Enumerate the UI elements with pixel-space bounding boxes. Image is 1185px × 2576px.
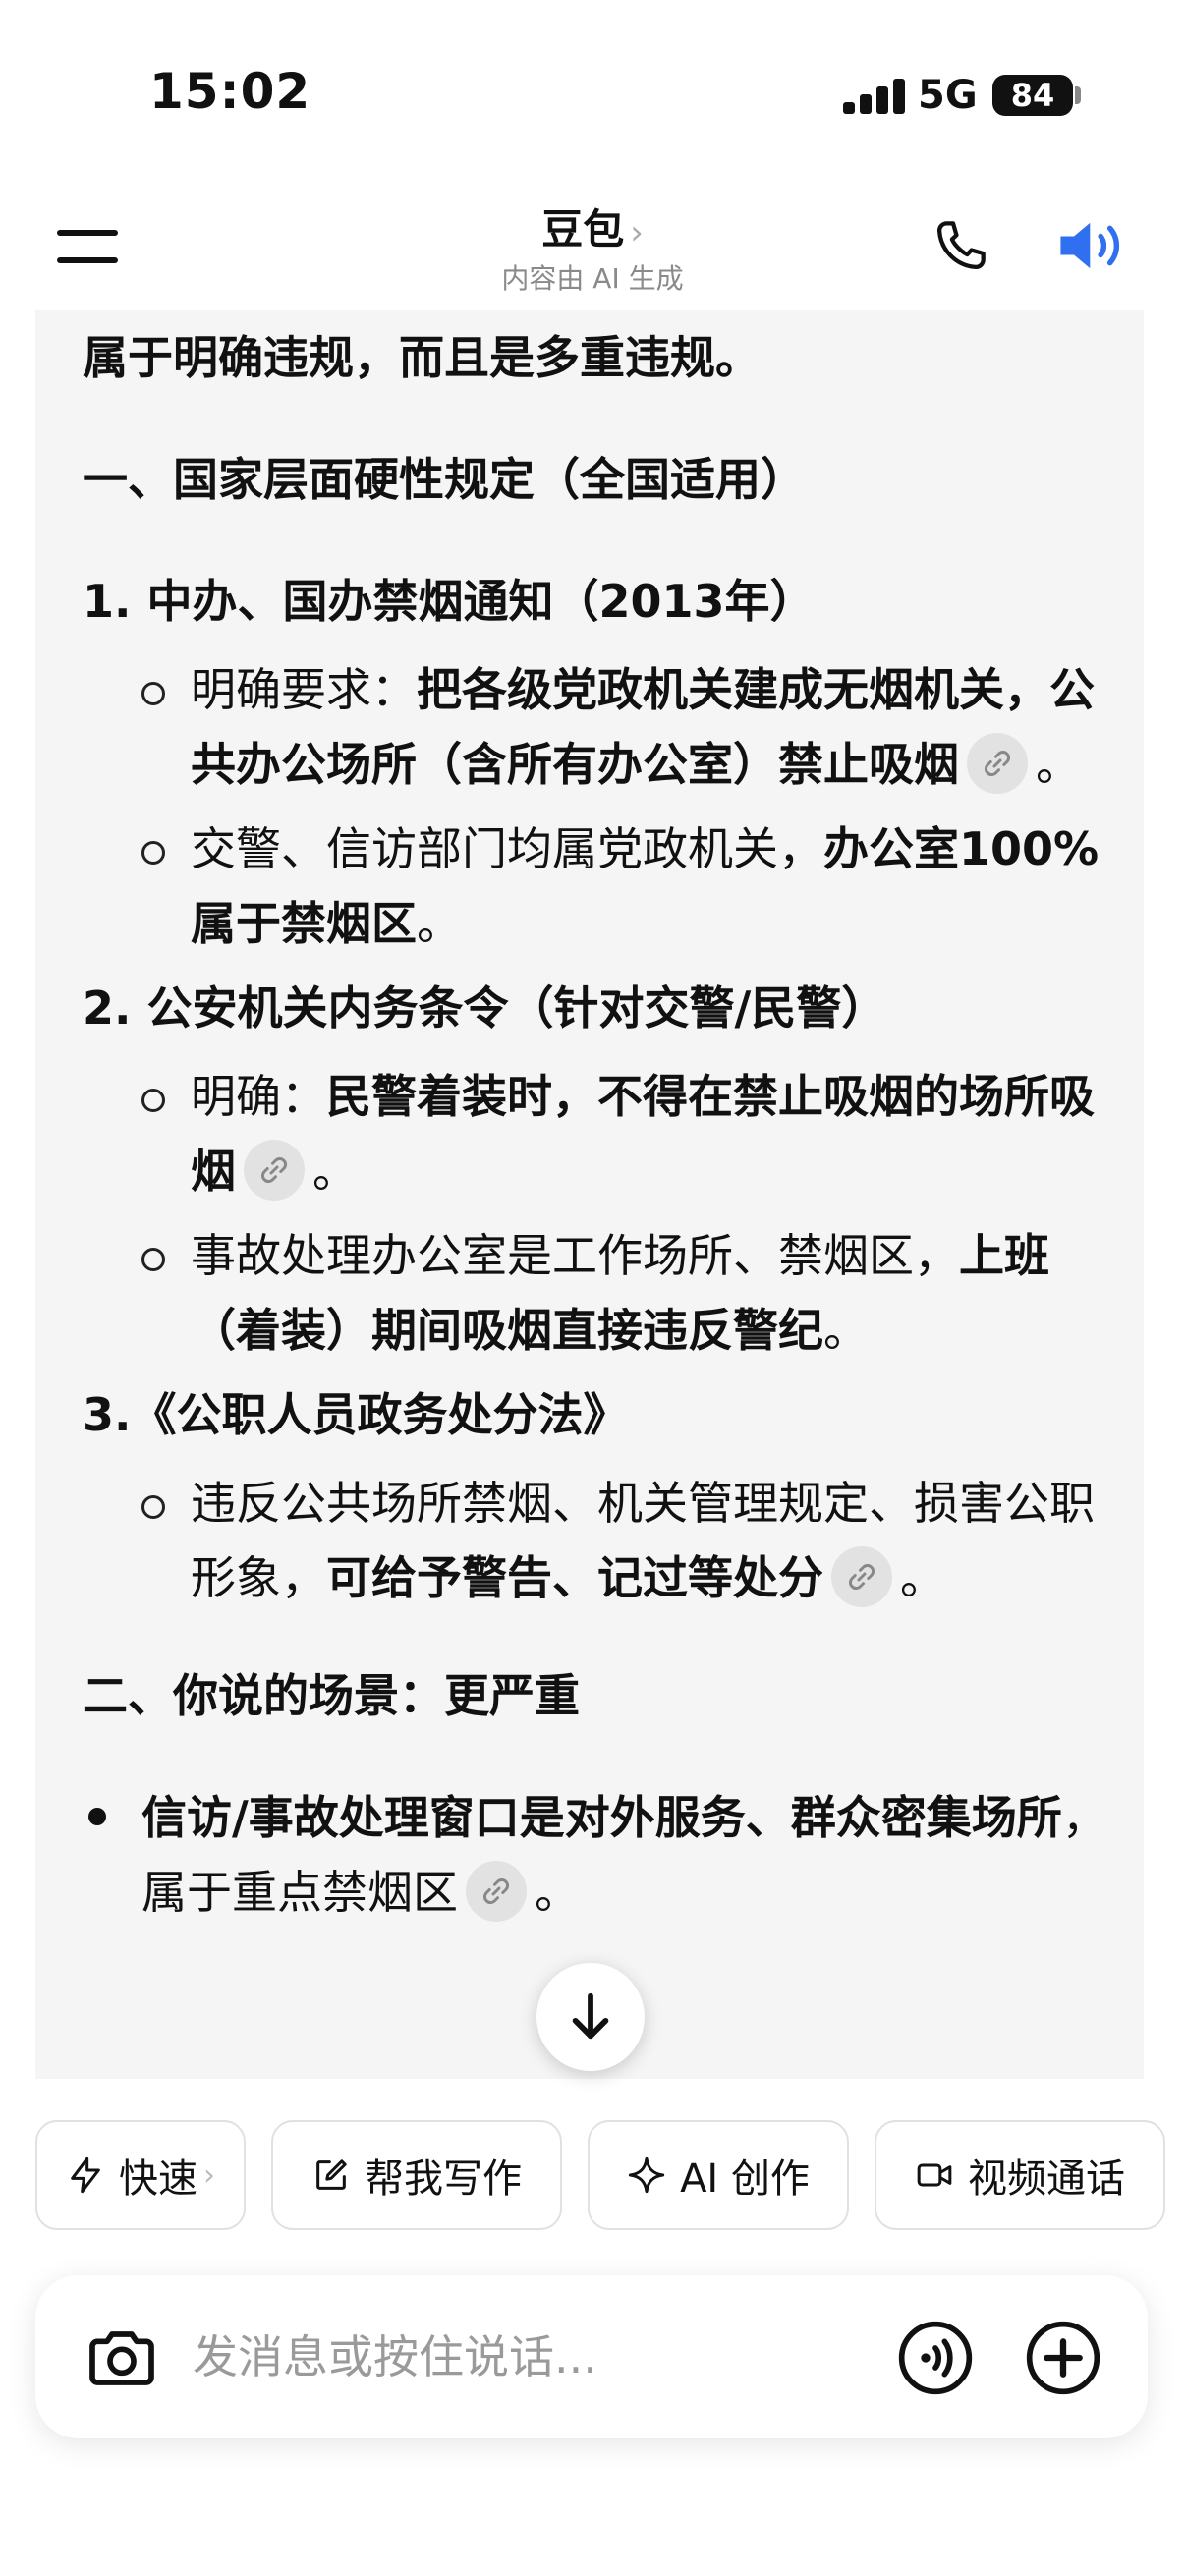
battery-tip [1075,86,1081,104]
sub-end-text: 。 [823,1304,869,1357]
sub-end-text: 。 [417,897,462,950]
speaker-icon[interactable] [1055,212,1130,279]
sub-text: 明确： [191,1070,326,1123]
list-item-1-sub-1: 明确要求：把各级党政机关建成无烟机关，公共办公场所（含所有办公室）禁止吸烟。 [83,652,1124,802]
link-icon[interactable] [466,1861,527,1922]
sub-bold-text: 可给予警告、记过等处分 [326,1551,823,1604]
message-input[interactable] [193,2323,743,2391]
section-heading-1: 一、国家层面硬性规定（全国适用） [83,453,806,506]
shortcut-chips: 快速 › 帮我写作 AI 创作 视频通话 [0,2120,1185,2234]
ai-create-label: AI 创作 [680,2156,810,2202]
status-bar: 15:02 5G 84 [0,0,1185,187]
title-chevron-icon: › [630,213,644,252]
sub-end-text: 。 [1036,738,1081,791]
sub-text: 交警、信访部门均属党政机关， [191,822,823,875]
list-item-2-sub-2: 事故处理办公室是工作场所、禁烟区，上班（着装）期间吸烟直接违反警纪。 [83,1218,1124,1368]
list-item-1-sub-2: 交警、信访部门均属党政机关，办公室100%属于禁烟区。 [83,812,1124,961]
video-call-button[interactable]: 视频通话 [875,2120,1165,2230]
bullet-end-text: 。 [535,1866,580,1919]
network-type: 5G [918,73,978,118]
list-item-3-title: 3.《公职人员政务处分法》 [83,1388,629,1441]
intro-text: 属于明确违规，而且是多重违规。 [83,331,761,384]
chat-title-text: 豆包 [541,205,625,253]
list-item-2-sub-1: 明确：民警着装时，不得在禁止吸烟的场所吸烟。 [83,1059,1124,1208]
list-item-3-sub-1: 违反公共场所禁烟、机关管理规定、损害公职形象，可给予警告、记过等处分。 [83,1466,1124,1615]
plus-icon[interactable] [1024,2319,1102,2397]
link-icon[interactable] [831,1546,892,1607]
camera-icon[interactable] [83,2319,161,2397]
scroll-to-bottom-button[interactable] [536,1963,645,2071]
sub-end-text: 。 [312,1145,358,1198]
sparkle-icon [628,2156,665,2194]
arrow-down-icon [572,1992,609,2040]
message-input-bar [35,2275,1148,2438]
link-icon[interactable] [244,1140,305,1201]
chat-title[interactable]: 豆包 › [0,196,1185,256]
app-header: 豆包 › 内容由 AI 生成 [0,187,1185,305]
ai-generated-notice: 内容由 AI 生成 [501,262,684,295]
sub-end-text: 。 [900,1551,945,1604]
bullet-item-1: 信访/事故处理窗口是对外服务、群众密集场所，属于重点禁烟区。 [83,1780,1124,1930]
link-icon[interactable] [967,733,1028,794]
video-camera-icon [917,2163,952,2187]
voice-wave-icon[interactable] [896,2319,975,2397]
section-heading-2: 二、你说的场景：更严重 [83,1669,580,1722]
list-item-2-title: 2. 公安机关内务条令（针对交警/民警） [83,981,887,1035]
status-time: 15:02 [149,63,311,120]
lightning-icon [71,2156,100,2194]
list-item-1-title: 1. 中办、国办禁烟通知（2013年） [83,575,816,628]
help-write-label: 帮我写作 [365,2156,522,2202]
chevron-right-icon: › [203,2157,215,2193]
quick-mode-button[interactable]: 快速 › [35,2120,246,2230]
help-write-button[interactable]: 帮我写作 [271,2120,562,2230]
ai-create-button[interactable]: AI 创作 [588,2120,849,2230]
ai-message-card: 属于明确违规，而且是多重违规。 一、国家层面硬性规定（全国适用） 1. 中办、国… [35,310,1144,2079]
bullet-bold-text: 信访/事故处理窗口是对外服务、群众密集场所 [141,1791,1062,1844]
video-call-label: 视频通话 [968,2156,1125,2202]
message-content: 属于明确违规，而且是多重违规。 一、国家层面硬性规定（全国适用） 1. 中办、国… [83,320,1124,1930]
battery-icon: 84 [992,75,1073,116]
signal-icon [843,79,906,114]
sub-text: 事故处理办公室是工作场所、禁烟区， [191,1229,959,1282]
phone-icon[interactable] [930,214,992,277]
quick-mode-label: 快速 [119,2156,198,2202]
edit-icon [316,2159,347,2190]
sub-text: 明确要求： [191,663,417,716]
